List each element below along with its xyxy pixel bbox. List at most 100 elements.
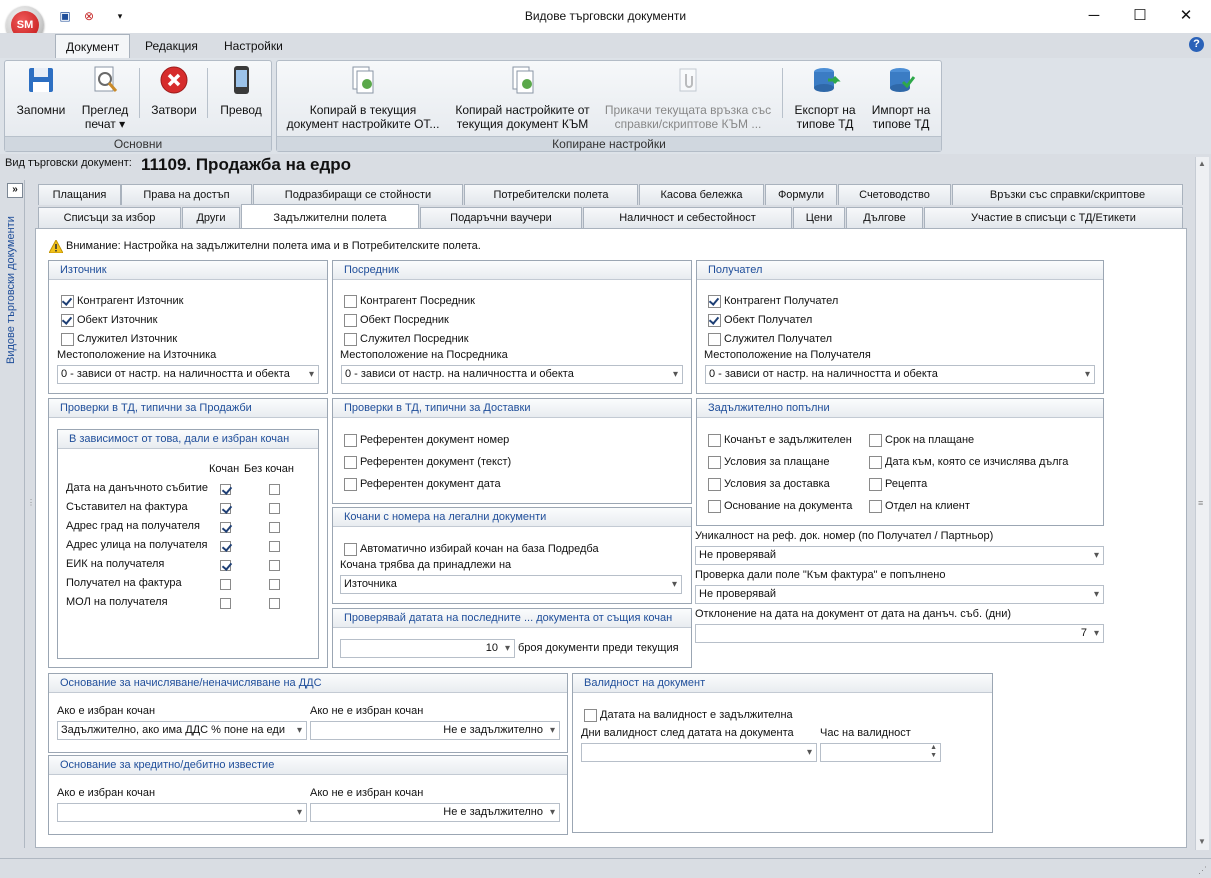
tab-other[interactable]: Други xyxy=(182,207,240,228)
vat-book-select[interactable]: Задължително, ако има ДДС % поне на еди xyxy=(57,721,307,740)
nobook-checkbox[interactable] xyxy=(269,579,280,590)
payment-terms-checkbox[interactable]: Условия за плащане xyxy=(708,455,829,469)
payment-due-checkbox[interactable]: Срок на плащане xyxy=(869,433,974,447)
splitter-grip[interactable]: ⋮ xyxy=(27,499,35,520)
import-types-label-1: Импорт на xyxy=(871,103,931,117)
source-employee-checkbox[interactable]: Служител Източник xyxy=(61,332,177,346)
source-partner-checkbox[interactable]: Контрагент Източник xyxy=(61,294,183,308)
tab-prices[interactable]: Цени xyxy=(793,207,845,228)
minimize-button[interactable]: ─ xyxy=(1071,0,1117,31)
quick-close-icon[interactable]: ⊗ xyxy=(81,8,97,24)
validity-days-select[interactable] xyxy=(581,743,817,762)
ref-doc-number-checkbox[interactable]: Референтен документ номер xyxy=(344,433,509,447)
copy-settings-to-button[interactable]: Копирай настройките от текущия документ … xyxy=(450,64,595,131)
export-types-button[interactable]: Експорт на типове ТД xyxy=(788,64,862,131)
nobook-checkbox[interactable] xyxy=(269,503,280,514)
nobook-checkbox[interactable] xyxy=(269,484,280,495)
book-checkbox[interactable] xyxy=(220,541,231,552)
book-checkbox[interactable] xyxy=(220,598,231,609)
date-deviation-input[interactable]: 7 xyxy=(695,624,1104,643)
book-checkbox[interactable] xyxy=(220,560,231,571)
tab-required-fields[interactable]: Задължителни полета xyxy=(241,204,419,228)
side-panel-title[interactable]: Видове търговски документи xyxy=(5,210,25,370)
credit-note-group: Основание за кредитно/дебитно известие А… xyxy=(48,755,568,835)
prescription-checkbox[interactable]: Рецепта xyxy=(869,477,927,491)
resize-grip-icon[interactable]: ⋰ xyxy=(1198,865,1207,876)
receiver-employee-checkbox[interactable]: Служител Получател xyxy=(708,332,832,346)
mediator-employee-checkbox[interactable]: Служител Посредник xyxy=(344,332,469,346)
ribbon-tab-document[interactable]: Документ xyxy=(55,34,131,58)
source-location-label: Местоположение на Източника xyxy=(57,349,217,361)
tab-stock-cost[interactable]: Наличност и себестойност xyxy=(583,207,792,228)
credit-nobook-select[interactable]: Не е задължително xyxy=(310,803,560,822)
ref-doc-text-checkbox[interactable]: Референтен документ (текст) xyxy=(344,455,511,469)
tab-gift-vouchers[interactable]: Подаръчни ваучери xyxy=(420,207,582,228)
tab-user-fields[interactable]: Потребителски полета xyxy=(464,184,638,205)
tab-report-links[interactable]: Връзки със справки/скриптове xyxy=(952,184,1183,205)
ribbon-tab-settings[interactable]: Настройки xyxy=(214,34,293,58)
nobook-checkbox[interactable] xyxy=(269,541,280,552)
tab-accounting[interactable]: Счетоводство xyxy=(838,184,951,205)
tab-payments[interactable]: Плащания xyxy=(38,184,121,205)
ribbon-tab-edit[interactable]: Редакция xyxy=(135,34,208,58)
mediator-object-checkbox[interactable]: Обект Посредник xyxy=(344,313,449,327)
credit-note-title: Основание за кредитно/дебитно известие xyxy=(49,756,567,775)
last-docs-count-select[interactable]: 10 xyxy=(340,639,515,658)
spin-arrows-icon[interactable]: ▲ ▼ xyxy=(930,744,937,760)
expand-sidebar-button[interactable]: » xyxy=(7,183,23,198)
vat-nobook-select[interactable]: Не е задължително xyxy=(310,721,560,740)
copy-settings-from-button[interactable]: Копирай в текущия документ настройките О… xyxy=(282,64,444,131)
maximize-button[interactable]: ☐ xyxy=(1117,0,1163,31)
tab-cash-receipt[interactable]: Касова бележка xyxy=(639,184,764,205)
ref-doc-date-checkbox[interactable]: Референтен документ дата xyxy=(344,477,501,491)
ribbon-group-basic-label: Основни xyxy=(5,136,271,151)
scroll-up-icon[interactable]: ▲ xyxy=(1198,159,1206,168)
receiver-object-checkbox[interactable]: Обект Получател xyxy=(708,313,812,327)
vertical-scrollbar[interactable]: ▲ ▼ ≡ xyxy=(1195,157,1209,850)
auto-book-checkbox[interactable]: Автоматично избирай кочан на база Подред… xyxy=(344,542,599,556)
import-types-button[interactable]: Импорт на типове ТД xyxy=(864,64,938,131)
receiver-location-select[interactable]: 0 - зависи от настр. на наличността и об… xyxy=(705,365,1095,384)
book-belongs-select[interactable]: Източника xyxy=(340,575,682,594)
nobook-checkbox[interactable] xyxy=(269,598,280,609)
delivery-terms-checkbox[interactable]: Условия за доставка xyxy=(708,477,830,491)
book-checkbox[interactable] xyxy=(220,484,231,495)
invoice-check-select[interactable]: Не проверявай xyxy=(695,585,1104,604)
quick-access-dropdown-icon[interactable]: ▾ xyxy=(112,8,128,24)
credit-book-select[interactable] xyxy=(57,803,307,822)
tab-default-values[interactable]: Подразбиращи се стойности xyxy=(253,184,463,205)
help-icon[interactable]: ? xyxy=(1189,37,1204,52)
scroll-down-icon[interactable]: ▼ xyxy=(1198,837,1206,846)
source-object-checkbox[interactable]: Обект Източник xyxy=(61,313,157,327)
save-button[interactable]: Запомни xyxy=(10,64,72,117)
client-dept-checkbox[interactable]: Отдел на клиент xyxy=(869,499,970,513)
tab-debts[interactable]: Дългове xyxy=(846,207,923,228)
book-checkbox[interactable] xyxy=(220,522,231,533)
receiver-partner-checkbox[interactable]: Контрагент Получател xyxy=(708,294,838,308)
source-location-select[interactable]: 0 - зависи от настр. на наличността и об… xyxy=(57,365,319,384)
close-window-button[interactable]: ✕ xyxy=(1163,0,1209,31)
tab-formulas[interactable]: Формули xyxy=(765,184,837,205)
mediator-location-select[interactable]: 0 - зависи от настр. на наличността и об… xyxy=(341,365,683,384)
validity-required-checkbox[interactable]: Датата на валидност е задължителна xyxy=(584,708,793,722)
book-required-checkbox[interactable]: Кочанът е задължителен xyxy=(708,433,852,447)
attach-link-button[interactable]: Прикачи текущата връзка със справки/скри… xyxy=(602,64,774,131)
close-doc-button[interactable]: Затвори xyxy=(144,64,204,117)
doc-basis-checkbox[interactable]: Основание на документа xyxy=(708,499,852,513)
print-preview-button[interactable]: Преглед печат ▾ xyxy=(74,64,136,131)
tab-access-rights[interactable]: Права на достъп xyxy=(121,184,252,205)
mediator-partner-checkbox[interactable]: Контрагент Посредник xyxy=(344,294,475,308)
debt-date-checkbox[interactable]: Дата към, която се изчислява дълга xyxy=(869,455,1068,469)
nobook-checkbox[interactable] xyxy=(269,522,280,533)
nobook-checkbox[interactable] xyxy=(269,560,280,571)
tab-selection-lists[interactable]: Списъци за избор xyxy=(38,207,181,228)
tab-list-participation[interactable]: Участие в списъци с ТД/Етикети xyxy=(924,207,1183,228)
translate-button[interactable]: Превод xyxy=(212,64,270,117)
uniqueness-select[interactable]: Не проверявай xyxy=(695,546,1104,565)
quick-save-icon[interactable]: ▣ xyxy=(57,8,73,24)
scroll-grip-icon[interactable]: ≡ xyxy=(1198,499,1206,509)
book-checkbox[interactable] xyxy=(220,503,231,514)
mediator-title: Посредник xyxy=(333,261,691,280)
validity-hour-input[interactable]: ▲ ▼ xyxy=(820,743,941,762)
book-checkbox[interactable] xyxy=(220,579,231,590)
